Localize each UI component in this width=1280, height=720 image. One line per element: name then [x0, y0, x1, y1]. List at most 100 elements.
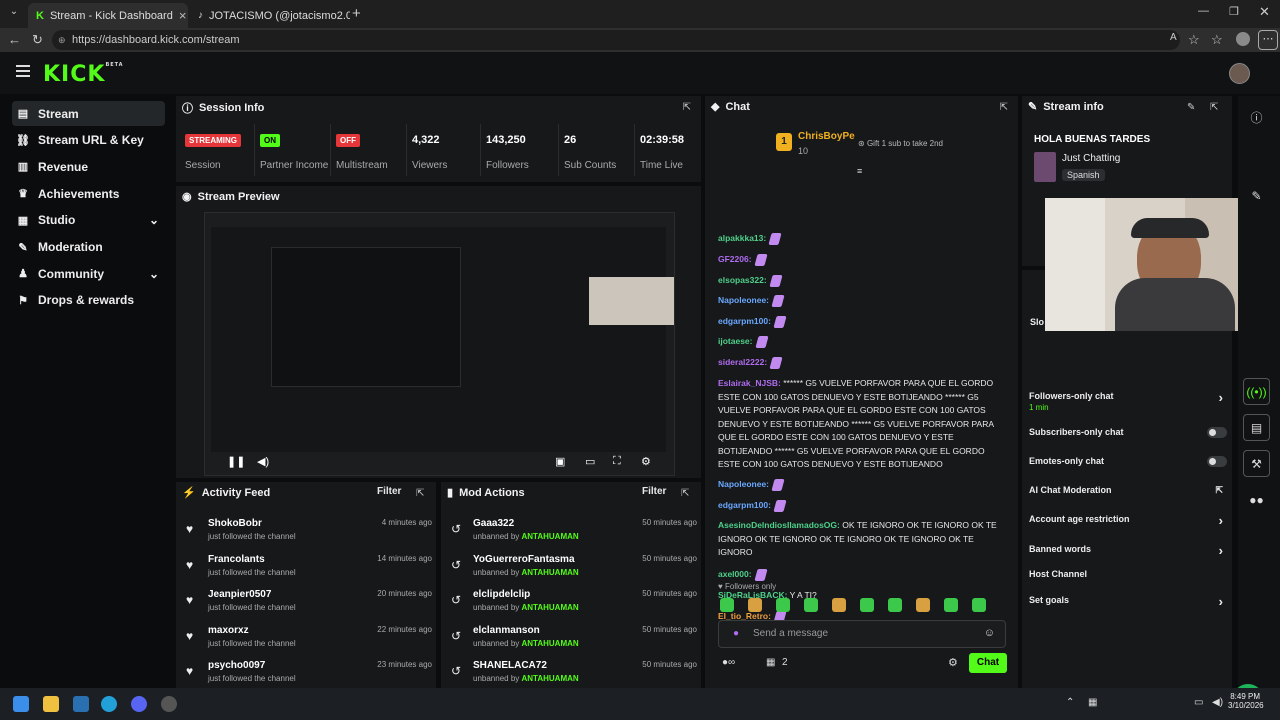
activity-username[interactable]: psycho0097	[208, 660, 265, 671]
gift-icon[interactable]: ▦	[766, 657, 775, 668]
menu-icon[interactable]	[16, 65, 30, 77]
chat-username[interactable]: sideral2222:	[718, 357, 767, 367]
gift-sub-link[interactable]: ⊛ Gift 1 sub to take 2nd	[858, 139, 943, 148]
chevron-right-icon[interactable]: ›	[1219, 390, 1223, 405]
edge-icon[interactable]	[101, 696, 117, 712]
sidebar-item-achievements[interactable]: ♛ Achievements	[12, 181, 165, 206]
external-link-icon[interactable]: ⇱	[1215, 485, 1223, 496]
preview-icon[interactable]: ▤	[1243, 414, 1270, 441]
activity-username[interactable]: Francolants	[208, 554, 265, 565]
chat-username[interactable]: alpakkka13:	[718, 233, 766, 243]
activity-username[interactable]: maxorxz	[208, 625, 249, 636]
chat-username[interactable]: elsopas322:	[718, 275, 767, 285]
theater-icon[interactable]: ▭	[585, 455, 595, 468]
favorite-icon[interactable]: ☆	[1188, 32, 1200, 48]
moderator-name[interactable]: ANTAHUAMAN	[522, 603, 579, 612]
url-field[interactable]: ⊕ https://dashboard.kick.com/stream	[52, 30, 1180, 50]
tab-tiktok[interactable]: ♪ JOTACISMO (@jotacismo2.0) | Tik ×	[190, 3, 350, 28]
wrench-icon[interactable]: ⚒	[1243, 450, 1270, 477]
chat-setting-set-goals[interactable]: Set goals ›	[1029, 594, 1227, 609]
mod-target-username[interactable]: Gaaa322	[473, 518, 514, 529]
emote-icon[interactable]	[748, 598, 762, 612]
obs-icon[interactable]	[161, 696, 177, 712]
edit-icon[interactable]: ✎	[1187, 102, 1195, 113]
activity-username[interactable]: Jeanpier0507	[208, 589, 271, 600]
start-icon[interactable]	[13, 696, 29, 712]
favorites-bar-icon[interactable]: ☆	[1211, 32, 1223, 48]
popout-icon[interactable]: ⇱	[681, 488, 689, 499]
close-tab-icon[interactable]: ×	[179, 8, 187, 23]
chat-message-input[interactable]: ● Send a message ☺	[718, 620, 1006, 648]
emoji-icon[interactable]: ☺	[984, 627, 995, 639]
chat-username[interactable]: AsesinoDelndiosIlamadosOG:	[718, 520, 840, 530]
reload-icon[interactable]: ↻	[32, 32, 43, 48]
chat-setting-emotes-only-chat[interactable]: Emotes-only chat	[1029, 456, 1227, 467]
chevron-down-icon[interactable]: ⌄	[149, 213, 159, 227]
stream-video[interactable]: ❚❚ ◀) ▣ ▭ ⛶ ⚙	[204, 212, 675, 476]
chat-username[interactable]: edgarpm100:	[718, 500, 771, 510]
file-explorer-icon[interactable]	[43, 696, 59, 712]
chat-setting-followers-only-chat[interactable]: Followers-only chat 1 min ›	[1029, 390, 1227, 412]
sidebar-item-stream-url-key[interactable]: ⛓ Stream URL & Key	[12, 128, 165, 153]
sidebar-item-moderation[interactable]: ✎ Moderation	[12, 235, 165, 260]
emote-icon[interactable]	[720, 598, 734, 612]
popout-icon[interactable]: ⇱	[683, 102, 691, 113]
moderator-name[interactable]: ANTAHUAMAN	[522, 674, 579, 683]
moderator-name[interactable]: ANTAHUAMAN	[522, 532, 579, 541]
settings-icon[interactable]: ⚙	[641, 455, 651, 468]
site-info-icon[interactable]: ⊕	[58, 30, 66, 50]
pause-icon[interactable]: ❚❚	[227, 455, 245, 468]
popout-icon[interactable]: ⇱	[1000, 102, 1008, 113]
user-avatar[interactable]	[1229, 63, 1250, 84]
chevron-down-icon[interactable]: ⌄	[149, 267, 159, 281]
network-icon[interactable]: ▭	[1194, 697, 1203, 708]
mod-target-username[interactable]: elclipdelclip	[473, 589, 530, 600]
sidebar-item-studio[interactable]: ▦ Studio ⌄	[12, 208, 165, 233]
chat-username[interactable]: edgarpm100:	[718, 316, 771, 326]
emote-icon[interactable]	[804, 598, 818, 612]
pinned-toggle-icon[interactable]: ≡	[857, 166, 862, 176]
mic-icon[interactable]: ●	[733, 628, 739, 639]
chat-setting-host-channel[interactable]: Host Channel	[1029, 569, 1227, 579]
maximize-icon[interactable]: ❐	[1229, 5, 1239, 18]
back-icon[interactable]: ←	[8, 32, 21, 47]
emote-icon[interactable]	[944, 598, 958, 612]
chevron-right-icon[interactable]: ›	[1219, 513, 1223, 528]
activity-username[interactable]: ShokoBobr	[208, 518, 262, 529]
toggle-switch[interactable]	[1207, 427, 1227, 438]
emote-icon[interactable]	[776, 598, 790, 612]
emote-icon[interactable]	[860, 598, 874, 612]
moderator-name[interactable]: ANTAHUAMAN	[522, 568, 579, 577]
tab-list-icon[interactable]: ⌄	[6, 6, 22, 22]
mod-target-username[interactable]: elclanmanson	[473, 625, 540, 636]
edit-icon[interactable]: ✎	[1243, 182, 1270, 209]
steam-icon[interactable]	[73, 696, 89, 712]
mod-target-username[interactable]: SHANELACA72	[473, 660, 547, 671]
activity-filter-button[interactable]: Filter	[377, 486, 401, 497]
chat-username[interactable]: axel000:	[718, 569, 752, 579]
chevron-right-icon[interactable]: ›	[1219, 543, 1223, 558]
moderator-name[interactable]: ANTAHUAMAN	[522, 639, 579, 648]
pip-icon[interactable]: ▣	[555, 455, 565, 468]
tab-kick-dashboard[interactable]: K Stream - Kick Dashboard ×	[28, 3, 188, 28]
tray-overflow-icon[interactable]: ⌃	[1066, 697, 1074, 708]
top-gifter-name[interactable]: ChrisBoyPe	[798, 131, 855, 142]
new-tab-icon[interactable]: +	[352, 5, 361, 22]
sidebar-item-stream[interactable]: ▤ Stream	[12, 101, 165, 126]
chat-username[interactable]: Napoleonee:	[718, 295, 769, 305]
toggle-switch[interactable]	[1207, 456, 1227, 467]
read-aloud-icon[interactable]: A	[1170, 32, 1177, 43]
tray-app-icon[interactable]: ▦	[1088, 697, 1097, 708]
sidebar-item-revenue[interactable]: ▥ Revenue	[12, 154, 165, 179]
popout-icon[interactable]: ⇱	[416, 488, 424, 499]
chat-username[interactable]: Napoleonee:	[718, 479, 769, 489]
broadcast-icon[interactable]: ((•))	[1243, 378, 1270, 405]
community-icon[interactable]: ●●	[1243, 486, 1270, 513]
emote-icon[interactable]	[916, 598, 930, 612]
chat-username[interactable]: Eslairak_NJSB:	[718, 378, 781, 388]
chat-setting-subscribers-only-chat[interactable]: Subscribers-only chat	[1029, 427, 1227, 438]
kick-logo[interactable]: KICKBETA	[43, 62, 124, 87]
chat-setting-ai-chat-moderation[interactable]: AI Chat Moderation ⇱	[1029, 485, 1227, 495]
close-window-icon[interactable]: ✕	[1259, 4, 1270, 20]
info-icon[interactable]: ⓘ	[1243, 104, 1270, 131]
